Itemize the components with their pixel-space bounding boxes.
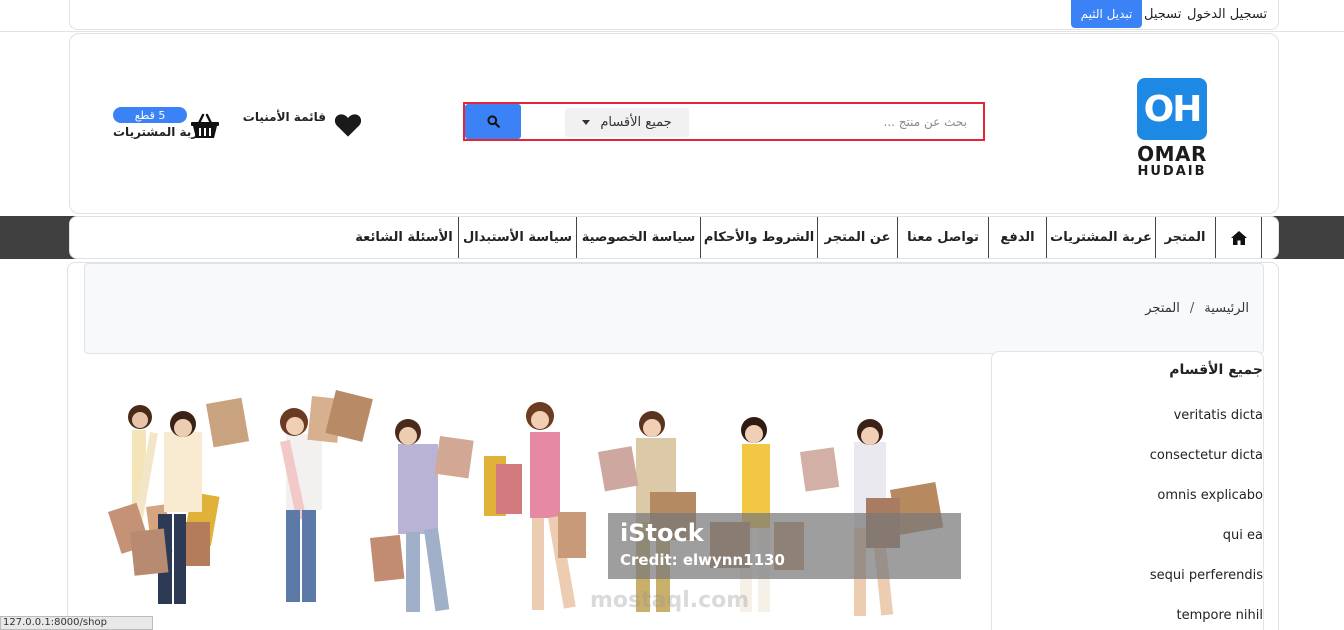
nav-divider — [817, 217, 818, 258]
istock-watermark: iStock Credit: elwynn1130 — [608, 513, 961, 579]
cart-count-badge: 5 قطع — [113, 107, 187, 123]
nav-item-payment[interactable]: الدفع — [989, 217, 1046, 258]
sidebar-category-item[interactable]: veritatis dicta — [1174, 408, 1263, 423]
heart-icon — [334, 114, 362, 137]
nav-item-faq[interactable]: الأسئلة الشائعة — [350, 217, 458, 258]
logo-text-omar: OMAR — [1137, 142, 1207, 166]
nav-item-returns[interactable]: سياسة الأستبدال — [459, 217, 576, 258]
caret-down-icon — [582, 120, 591, 125]
nav-divider — [700, 217, 701, 258]
top-bar: تسجيل الدخول تسجيل تبديل الثيم — [69, 0, 1279, 30]
register-link[interactable]: تسجيل — [1144, 7, 1181, 22]
breadcrumb-container: الرئيسية / المتجر — [84, 263, 1264, 354]
shopper-figure-2 — [206, 390, 373, 602]
logo-text-hudaib: HUDAIB — [1137, 164, 1207, 179]
nav-divider — [1046, 217, 1047, 258]
wishlist-label: قائمة الأمنيات — [242, 110, 326, 124]
wishlist-link[interactable]: قائمة الأمنيات — [243, 108, 362, 140]
sidebar-category-item[interactable]: tempore nihil — [1177, 608, 1263, 623]
shopper-figure-1 — [108, 405, 220, 604]
browser-status-bar: 127.0.0.1:8000/shop — [0, 616, 153, 630]
site-header: OH OMAR HUDAIB جميع الأقسام قائمة الأمني… — [69, 33, 1279, 214]
breadcrumb: الرئيسية / المتجر — [1145, 301, 1249, 316]
breadcrumb-home-link[interactable]: الرئيسية — [1204, 301, 1249, 316]
mostaql-watermark: mostaql.com — [590, 588, 750, 613]
nav-item-cart[interactable]: عربة المشتريات — [1047, 217, 1155, 258]
watermark-credit: Credit: elwynn1130 — [620, 551, 785, 569]
nav-divider — [1155, 217, 1156, 258]
cart-link[interactable]: 5 قطع عربة المشتريات — [110, 106, 222, 144]
search-icon — [486, 115, 500, 128]
nav-item-contact[interactable]: تواصل معنا — [898, 217, 988, 258]
topbar-divider — [0, 31, 1344, 32]
category-sidebar: جميع الأقسام veritatis dicta consectetur… — [991, 351, 1264, 630]
category-select[interactable]: جميع الأقسام — [565, 108, 689, 137]
nav-item-about[interactable]: عن المتجر — [818, 217, 897, 258]
breadcrumb-separator: / — [1189, 301, 1195, 316]
logo-mark[interactable]: OH — [1137, 78, 1207, 140]
shopper-figure-5 — [598, 411, 696, 612]
nav-home-button[interactable] — [1215, 217, 1262, 258]
nav-divider — [576, 217, 577, 258]
nav-item-terms[interactable]: الشروط والأحكام — [701, 217, 817, 258]
nav-divider — [458, 217, 459, 258]
search-button[interactable] — [465, 104, 521, 139]
category-select-value: جميع الأقسام — [600, 115, 672, 130]
nav-item-privacy[interactable]: سياسة الخصوصية — [577, 217, 700, 258]
search-bar: جميع الأقسام — [463, 102, 985, 141]
sidebar-category-item[interactable]: qui ea — [1223, 528, 1263, 543]
nav-item-shop[interactable]: المتجر — [1156, 217, 1214, 258]
shopper-figure-4 — [484, 402, 586, 610]
home-icon — [1230, 230, 1247, 245]
nav-divider — [988, 217, 989, 258]
shopper-figure-3 — [370, 419, 474, 612]
nav-divider — [897, 217, 898, 258]
shopping-banner-image — [108, 390, 944, 616]
sidebar-category-item[interactable]: sequi perferendis — [1150, 568, 1263, 583]
watermark-brand: iStock — [620, 519, 704, 547]
sidebar-category-item[interactable]: omnis explicabo — [1157, 488, 1263, 503]
basket-icon — [191, 113, 219, 138]
sidebar-title: جميع الأقسام — [1169, 362, 1263, 378]
breadcrumb-current: المتجر — [1145, 301, 1180, 316]
main-nav: المتجر عربة المشتريات الدفع تواصل معنا ع… — [69, 216, 1279, 259]
sidebar-category-item[interactable]: consectetur dicta — [1150, 448, 1263, 463]
theme-toggle-button[interactable]: تبديل الثيم — [1071, 0, 1142, 28]
login-link[interactable]: تسجيل الدخول — [1187, 7, 1267, 22]
search-input[interactable] — [687, 104, 967, 139]
